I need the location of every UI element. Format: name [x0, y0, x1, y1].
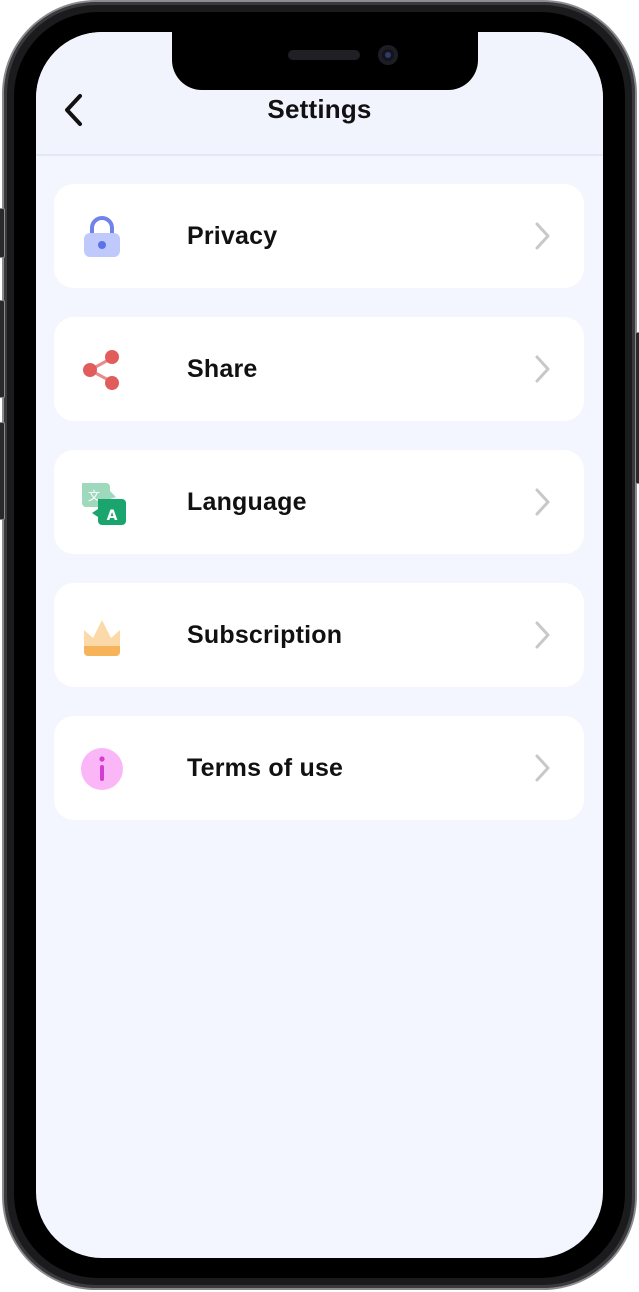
power-button	[635, 332, 639, 484]
settings-item-subscription[interactable]: Subscription	[54, 583, 584, 687]
translate-icon: 文 A	[82, 483, 126, 525]
chevron-right-icon	[535, 488, 550, 516]
volume-up-button	[0, 300, 5, 398]
phone-frame: Settings Privacy Share 文 A Language Subs…	[0, 2, 639, 1288]
screen: Settings Privacy Share 文 A Language Subs…	[36, 32, 603, 1258]
speaker-grille	[288, 50, 360, 60]
settings-item-terms-of-use[interactable]: Terms of use	[54, 716, 584, 820]
chevron-right-icon	[535, 621, 550, 649]
silent-switch	[0, 208, 5, 258]
settings-item-language[interactable]: 文 A Language	[54, 450, 584, 554]
volume-down-button	[0, 422, 5, 520]
svg-text:A: A	[107, 508, 118, 524]
chevron-right-icon	[535, 754, 550, 782]
settings-item-label: Terms of use	[187, 754, 344, 782]
page-title: Settings	[267, 94, 372, 124]
settings-item-share[interactable]: Share	[54, 317, 584, 421]
chevron-right-icon	[535, 222, 550, 250]
settings-item-label: Language	[187, 488, 307, 516]
lock-icon	[84, 216, 120, 257]
info-icon	[81, 748, 123, 790]
phone-bezel: Settings Privacy Share 文 A Language Subs…	[14, 12, 625, 1278]
crown-icon	[84, 620, 120, 656]
settings-list: Privacy Share 文 A Language Subscription …	[54, 184, 584, 849]
chevron-right-icon	[535, 355, 550, 383]
notch	[172, 32, 478, 90]
settings-item-label: Subscription	[187, 621, 343, 649]
front-camera	[378, 45, 398, 65]
settings-item-privacy[interactable]: Privacy	[54, 184, 584, 288]
share-icon	[83, 350, 119, 390]
settings-item-label: Privacy	[187, 222, 278, 250]
settings-item-label: Share	[187, 355, 258, 383]
